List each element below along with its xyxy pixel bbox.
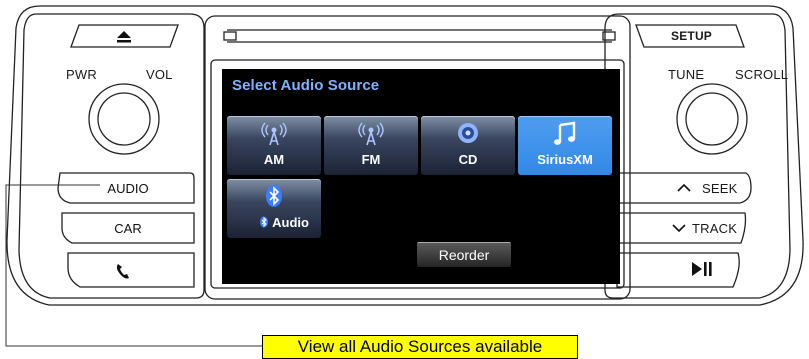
vol-label: VOL [146, 67, 173, 82]
antenna-icon [227, 121, 321, 146]
screen-title: Select Audio Source [232, 77, 380, 94]
eject-button[interactable] [72, 25, 178, 47]
music-note-icon [518, 121, 612, 145]
car-label: CAR [114, 221, 142, 236]
seek-label: SEEK [702, 181, 738, 196]
pwr-label: PWR [66, 67, 97, 82]
setup-label: SETUP [671, 29, 713, 43]
play-pause-button[interactable] [617, 253, 741, 287]
touch-screen: Select Audio Source AM FM CD SiriusXM Au… [222, 69, 620, 284]
antenna-icon [324, 121, 418, 146]
reorder-button[interactable]: Reorder [417, 242, 511, 267]
source-fm-tile[interactable]: FM [324, 116, 418, 175]
tune-label: TUNE [668, 67, 705, 82]
power-volume-knob[interactable] [89, 84, 159, 154]
bluetooth-icon [227, 184, 321, 208]
source-label: AM [263, 152, 285, 167]
source-label: CD [458, 152, 478, 167]
source-label: Audio [272, 215, 309, 230]
source-label: FM [361, 152, 381, 167]
callout-label: View all Audio Sources available [262, 335, 578, 359]
phone-button[interactable] [68, 253, 194, 287]
audio-label: AUDIO [107, 181, 149, 196]
head-unit: PWR VOL AUDIO CAR SETUP TUNE SCROLL SEEK… [0, 0, 809, 359]
source-siriusxm-tile[interactable]: SiriusXM [518, 116, 612, 175]
scroll-label: SCROLL [735, 67, 789, 82]
source-am-tile[interactable]: AM [227, 116, 321, 175]
disc-icon [421, 121, 515, 145]
tune-scroll-knob[interactable] [677, 84, 747, 154]
bluetooth-small-icon [259, 215, 272, 230]
source-label: SiriusXM [537, 152, 593, 167]
track-label: TRACK [692, 221, 738, 236]
source-bluetooth-audio-tile[interactable]: Audio [227, 179, 321, 238]
source-cd-tile[interactable]: CD [421, 116, 515, 175]
